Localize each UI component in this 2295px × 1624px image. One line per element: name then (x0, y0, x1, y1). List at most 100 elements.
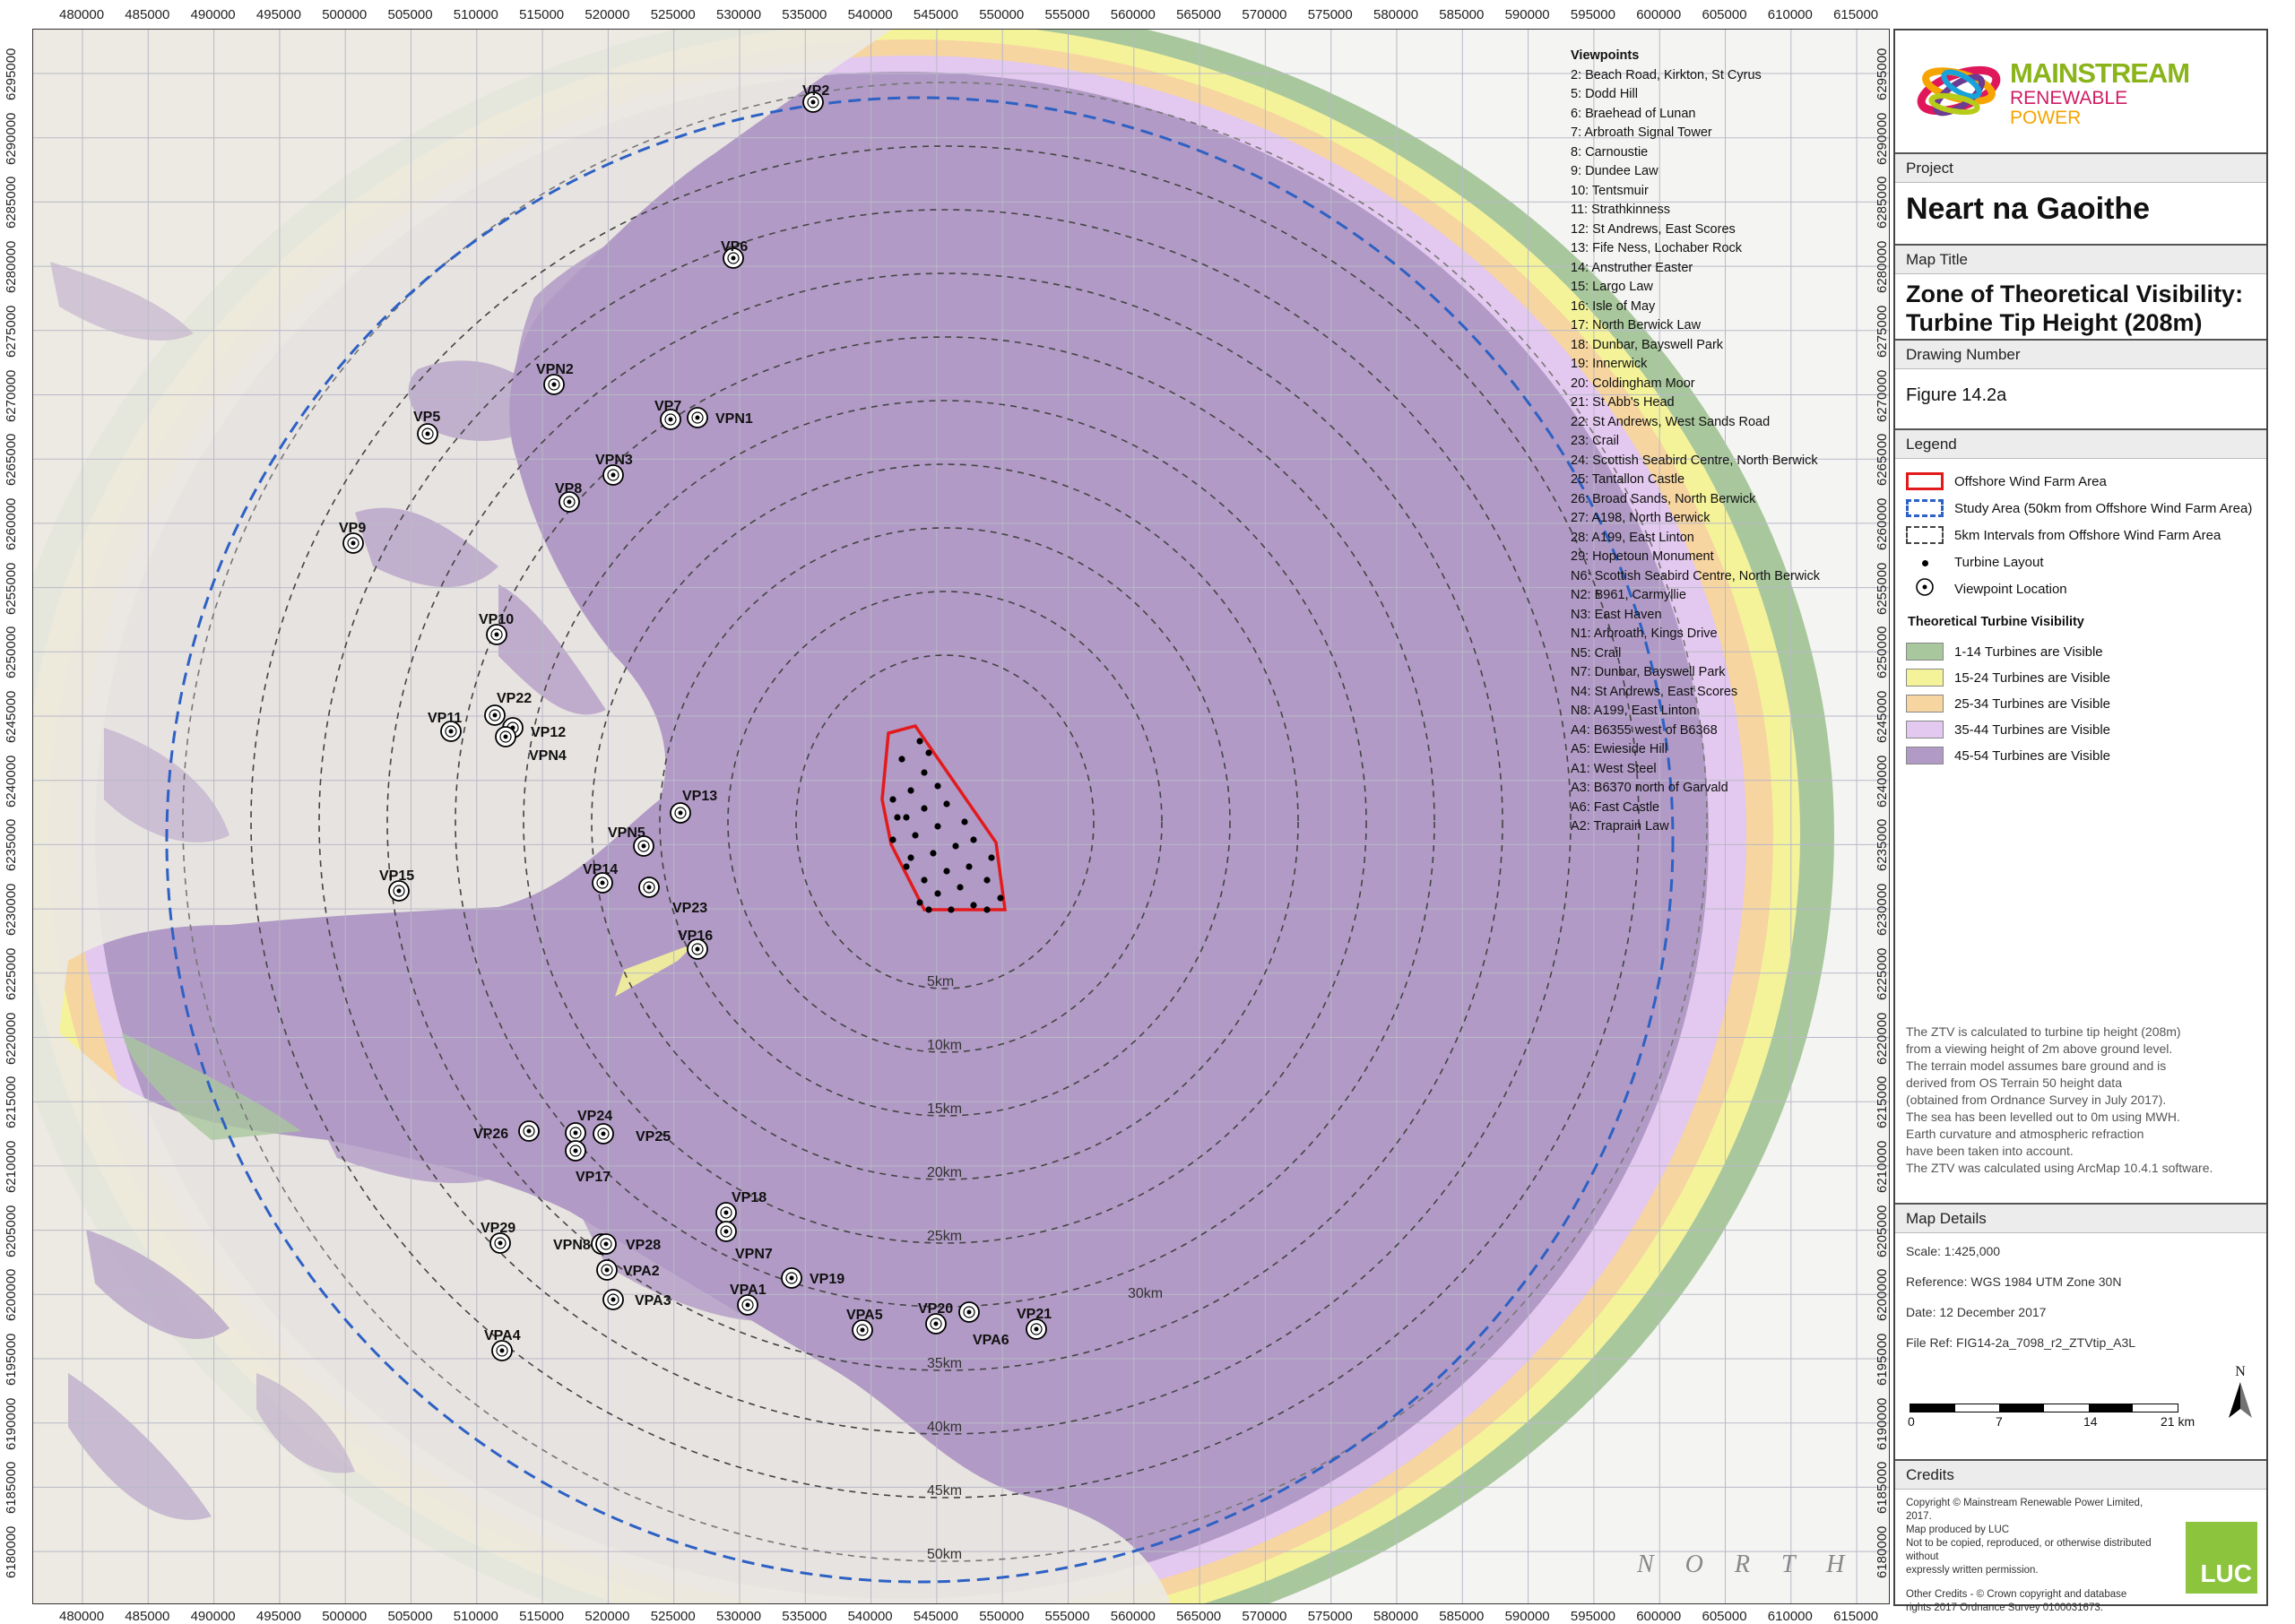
viewpoint-label: VPN8 (553, 1238, 591, 1253)
viewpoint-list-item: A4: B6355 west of B6368 (1571, 722, 1718, 738)
turbine-dot (925, 749, 932, 756)
x-tick-label: 490000 (190, 1609, 236, 1624)
y-tick-label: 6180000 (4, 1525, 19, 1579)
reference-text: Reference: WGS 1984 UTM Zone 30N (1906, 1274, 2122, 1289)
logo-line3: POWER (2010, 108, 2082, 128)
viewpoint-list-item: 5: Dodd Hill (1571, 87, 1638, 101)
x-tick-label: 535000 (782, 7, 827, 22)
x-tick-label: 525000 (650, 1609, 696, 1624)
viewpoint-list-item: 7: Arbroath Signal Tower (1571, 125, 1712, 140)
scale-bar: 0 7 14 21 km (1908, 1404, 2195, 1429)
other-credit-line: rights 2017 Ordnance Survey 0100031673. (1906, 1602, 2103, 1613)
logo: MAINSTREAM RENEWABLE POWER (1910, 41, 2259, 149)
y-tick-label: 6255000 (4, 562, 19, 615)
ztv-note-line: Earth curvature and atmospheric refracti… (1906, 1127, 2144, 1141)
y-tick-label: 6235000 (4, 818, 19, 872)
turbine-dot (894, 814, 901, 821)
y-tick-label: 6240000 (1875, 755, 1890, 808)
visibility-legend-row: 35-44 Turbines are Visible (1906, 718, 2110, 741)
map-title: Zone of Theoretical Visibility: Turbine … (1906, 280, 2257, 337)
x-tick-label: 505000 (387, 7, 433, 22)
viewpoint-label: VPA5 (846, 1308, 883, 1323)
y-tick-label: 6200000 (1875, 1268, 1890, 1322)
turbine-dot (952, 842, 959, 850)
x-tick-label: 610000 (1767, 1609, 1813, 1624)
y-tick-label: 6275000 (1875, 305, 1890, 358)
study-area-swatch (1906, 499, 1944, 517)
visibility-swatch (1906, 669, 1944, 687)
viewpoint-label: VP22 (497, 691, 532, 706)
viewpoint-label: VP9 (339, 521, 366, 536)
x-tick-label: 570000 (1242, 1609, 1287, 1624)
viewpoint-label: VP26 (473, 1127, 508, 1142)
viewpoint-label: VP21 (1017, 1307, 1052, 1322)
y-tick-label: 6210000 (1875, 1140, 1890, 1193)
y-tick-label: 6245000 (1875, 690, 1890, 743)
y-tick-label: 6260000 (4, 497, 19, 550)
scale-text: Scale: 1:425,000 (1906, 1244, 2001, 1258)
x-tick-label: 535000 (782, 1609, 827, 1624)
x-tick-label: 505000 (387, 1609, 433, 1624)
x-tick-label: 580000 (1373, 7, 1419, 22)
x-tick-label: 595000 (1570, 7, 1615, 22)
y-tick-label: 6265000 (4, 433, 19, 487)
y-tick-label: 6215000 (4, 1075, 19, 1129)
visibility-title: Theoretical Turbine Visibility (1908, 615, 2084, 629)
x-tick-label: 570000 (1242, 7, 1287, 22)
viewpoint-list-item: 18: Dunbar, Bayswell Park (1571, 337, 1724, 352)
ztv-note-line: The sea has been levelled out to 0m usin… (1906, 1110, 2180, 1124)
x-tick-label: 590000 (1504, 1609, 1550, 1624)
turbine-dot (921, 769, 928, 776)
turbine-dot (934, 890, 941, 897)
turbine-dot (943, 868, 950, 875)
viewpoint-list-item: N7: Dunbar, Bayswell Park (1571, 665, 1726, 679)
credit-line: expressly written permission. (1906, 1565, 2039, 1576)
turbine-dot (907, 787, 914, 794)
ring-label: 40km (927, 1420, 962, 1435)
viewpoint-label: VP12 (531, 725, 566, 740)
viewpoint-label: VP14 (583, 862, 618, 877)
map-title-header: Map Title (1895, 244, 2266, 274)
viewpoint-list-item: 26: Broad Sands, North Berwick (1571, 491, 1756, 506)
y-tick-label: 6220000 (4, 1012, 19, 1065)
x-tick-label: 510000 (453, 1609, 498, 1624)
viewpoint-list-item: N3: East Haven (1571, 607, 1662, 622)
y-tick-label: 6205000 (4, 1205, 19, 1257)
viewpoint-list-item: 21: St Abb's Head (1571, 395, 1675, 410)
ring-label: 35km (927, 1356, 962, 1371)
y-tick-label: 6230000 (1875, 883, 1890, 937)
y-tick-label: 6250000 (4, 626, 19, 679)
viewpoint-list-item: A2: Traprain Law (1571, 819, 1669, 834)
x-tick-label: 595000 (1570, 1609, 1615, 1624)
visibility-swatch (1906, 721, 1944, 739)
viewpoint-label: VP8 (555, 481, 582, 497)
info-panel: MAINSTREAM RENEWABLE POWER Project Neart… (1893, 29, 2268, 1613)
turbine-dot (957, 884, 964, 891)
y-tick-label: 6290000 (4, 112, 19, 165)
viewpoint-label: VP25 (636, 1129, 671, 1145)
viewpoint-list-item: N8: A199, East Linton (1571, 704, 1697, 718)
viewpoint-list-item: A5: Ewieside Hill (1571, 742, 1667, 756)
turbine-dot (934, 782, 941, 790)
y-tick-label: 6180000 (1875, 1525, 1890, 1579)
x-tick-label: 585000 (1439, 1609, 1485, 1624)
ring-label: 15km (927, 1101, 962, 1117)
viewpoint-label: VP5 (413, 410, 440, 425)
legend-viewpoint-location: Viewpoint Location (1906, 577, 2067, 600)
x-tick-label: 530000 (716, 1609, 762, 1624)
visibility-swatch (1906, 695, 1944, 713)
x-tick-label: 550000 (979, 7, 1025, 22)
x-tick-label: 580000 (1373, 1609, 1419, 1624)
x-tick-label: 540000 (847, 1609, 893, 1624)
viewpoint-label: VP10 (479, 612, 514, 627)
x-tick-label: 495000 (255, 1609, 301, 1624)
y-tick-label: 6255000 (1875, 562, 1890, 615)
viewpoint-label: VPA3 (635, 1293, 671, 1309)
viewpoint-label: VP13 (682, 789, 717, 804)
credit-line: Not to be copied, reproduced, or otherwi… (1906, 1538, 2152, 1562)
x-tick-label: 600000 (1636, 7, 1682, 22)
viewpoint-icon (1906, 577, 1944, 600)
viewpoint-list-item: 20: Coldingham Moor (1571, 376, 1695, 391)
north-arrow-icon: N (2225, 1364, 2256, 1424)
turbine-dot (921, 805, 928, 812)
